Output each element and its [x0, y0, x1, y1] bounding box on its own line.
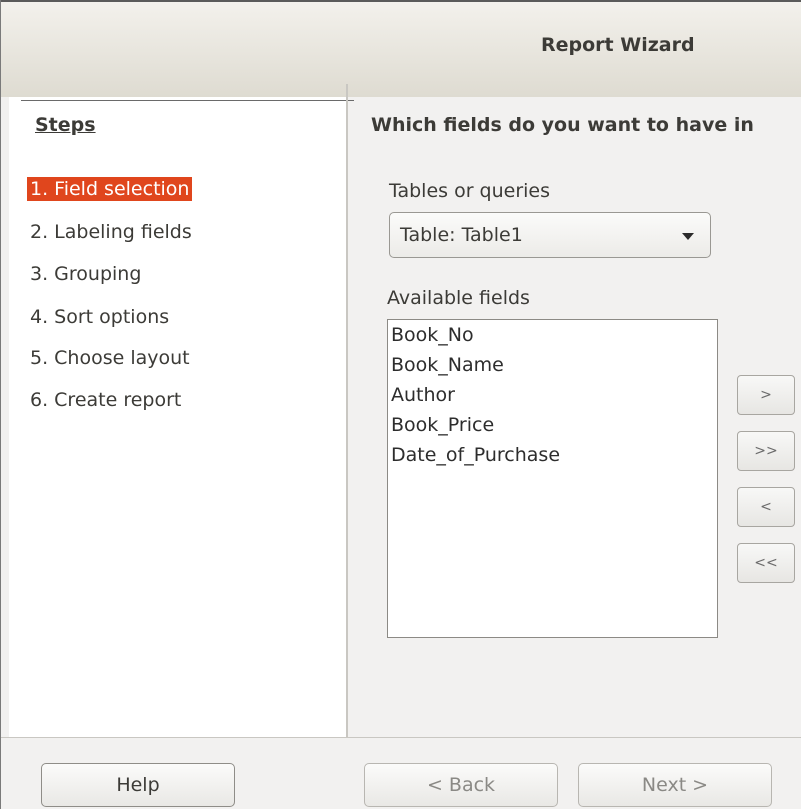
- step-sort-options[interactable]: 4. Sort options: [27, 305, 172, 329]
- available-fields-list[interactable]: Book_No Book_Name Author Book_Price Date…: [387, 319, 718, 638]
- step-grouping[interactable]: 3. Grouping: [27, 262, 144, 286]
- step-labeling-fields[interactable]: 2. Labeling fields: [27, 220, 195, 244]
- add-all-fields-button[interactable]: >>: [737, 431, 795, 471]
- title-bar: Report Wizard: [1, 0, 801, 97]
- report-wizard-window: Report Wizard Steps 1. Field selection 2…: [0, 0, 801, 809]
- window-title: Report Wizard: [541, 34, 695, 56]
- table-select-value: Table: Table1: [400, 224, 523, 246]
- available-fields-label: Available fields: [387, 287, 530, 309]
- step-choose-layout[interactable]: 5. Choose layout: [27, 346, 193, 370]
- list-item[interactable]: Book_Name: [391, 354, 504, 376]
- tables-or-queries-select[interactable]: Table: Table1: [389, 212, 711, 258]
- list-item[interactable]: Author: [391, 384, 455, 406]
- dropdown-arrow-icon: [682, 233, 694, 240]
- step-create-report[interactable]: 6. Create report: [27, 388, 184, 412]
- help-button[interactable]: Help: [41, 763, 235, 807]
- next-button[interactable]: Next >: [578, 763, 772, 807]
- remove-all-fields-button[interactable]: <<: [737, 543, 795, 583]
- sidebar-separator: [21, 100, 354, 101]
- remove-field-button[interactable]: <: [737, 487, 795, 527]
- list-item[interactable]: Book_No: [391, 324, 474, 346]
- list-item[interactable]: Date_of_Purchase: [391, 444, 560, 466]
- list-item[interactable]: Book_Price: [391, 414, 494, 436]
- page-question: Which fields do you want to have in: [371, 114, 754, 136]
- tables-or-queries-label: Tables or queries: [389, 180, 551, 202]
- steps-sidebar: Steps 1. Field selection 2. Labeling fie…: [9, 97, 354, 737]
- add-field-button[interactable]: >: [737, 375, 795, 415]
- back-button[interactable]: < Back: [364, 763, 558, 807]
- step-field-selection[interactable]: 1. Field selection: [27, 177, 193, 201]
- steps-heading: Steps: [35, 114, 96, 136]
- panel-divider: [346, 84, 348, 739]
